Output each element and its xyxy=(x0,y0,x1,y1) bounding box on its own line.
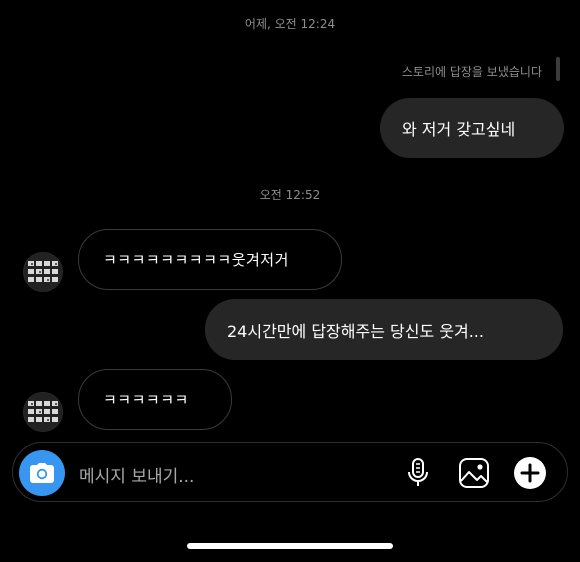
incoming-message[interactable]: ㅋㅋㅋㅋㅋㅋㅋㅋㅋ웃겨저거 xyxy=(78,229,342,290)
message-text: 와 저거 갖고싶네 xyxy=(402,120,516,139)
microphone-button[interactable] xyxy=(401,456,435,490)
message-text: ㅋㅋㅋㅋㅋㅋㅋㅋㅋ웃겨저거 xyxy=(103,251,289,269)
gallery-button[interactable] xyxy=(457,456,491,490)
camera-button[interactable] xyxy=(19,450,65,496)
outgoing-message[interactable]: 와 저거 갖고싶네 xyxy=(380,98,564,158)
incoming-message[interactable]: ㅋㅋㅋㅋㅋㅋ xyxy=(78,369,232,430)
avatar-image xyxy=(24,253,62,291)
story-reply-note: 스토리에 답장을 보냈습니다 xyxy=(401,65,542,79)
avatar-image xyxy=(24,393,62,431)
image-gallery-icon xyxy=(459,458,489,488)
microphone-icon xyxy=(408,458,428,486)
timestamp-yesterday: 어제, 오전 12:24 xyxy=(244,17,336,31)
message-text: ㅋㅋㅋㅋㅋㅋ xyxy=(103,391,189,409)
plus-circle-icon xyxy=(514,457,546,489)
timestamp-today: 오전 12:52 xyxy=(259,188,321,202)
add-button[interactable] xyxy=(513,456,547,490)
message-composer: 메시지 보내기... xyxy=(12,442,568,502)
message-text: 24시간만에 답장해주는 당신도 웃겨... xyxy=(227,321,484,341)
message-input[interactable]: 메시지 보내기... xyxy=(79,462,194,487)
outgoing-message[interactable]: 24시간만에 답장해주는 당신도 웃겨... xyxy=(205,299,563,360)
avatar[interactable] xyxy=(23,252,63,292)
camera-icon xyxy=(30,463,54,483)
story-preview-indicator[interactable] xyxy=(556,57,560,81)
home-indicator[interactable] xyxy=(187,543,393,549)
avatar[interactable] xyxy=(23,392,63,432)
